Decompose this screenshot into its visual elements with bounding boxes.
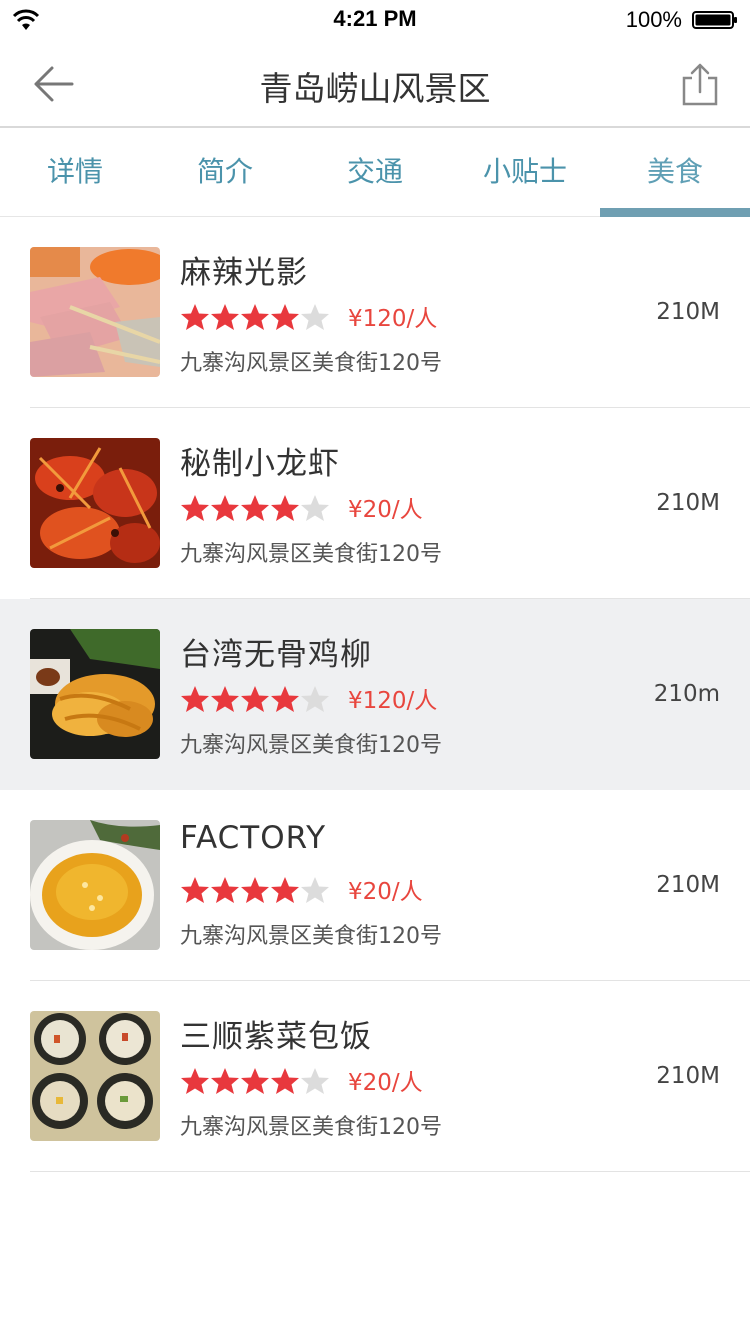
star-empty-icon xyxy=(301,877,329,903)
tab-bar: 详情 简介 交通 小贴士 美食 xyxy=(0,130,750,217)
restaurant-address: 九寨沟风景区美食街120号 xyxy=(180,733,442,758)
restaurant-list: 麻辣光影 ¥120/人 九寨沟风景区美食街120号 210M 秘制小龙虾 ¥20… xyxy=(0,217,750,1172)
star-filled-icon xyxy=(271,686,299,712)
food-thumbnail-soup xyxy=(30,820,160,950)
restaurant-name: 秘制小龙虾 xyxy=(180,446,340,482)
food-thumbnail-chicken xyxy=(30,629,160,759)
star-filled-icon xyxy=(211,1068,239,1094)
restaurant-address: 九寨沟风景区美食街120号 xyxy=(180,542,442,567)
food-thumbnail-crayfish xyxy=(30,438,160,568)
distance: 210M xyxy=(656,1063,720,1089)
tab-details[interactable]: 详情 xyxy=(0,130,150,216)
rating-stars xyxy=(180,303,330,331)
list-item[interactable]: 台湾无骨鸡柳 ¥120/人 九寨沟风景区美食街120号 210m xyxy=(0,599,750,790)
status-bar: 4:21 PM 100% xyxy=(0,0,750,40)
page-title: 青岛崂山风景区 xyxy=(259,69,491,108)
star-filled-icon xyxy=(181,304,209,330)
navigation-bar: 青岛崂山风景区 xyxy=(0,40,750,128)
rating-stars xyxy=(180,494,330,522)
restaurant-name: 三顺紫菜包饭 xyxy=(180,1019,372,1055)
price-per-person: ¥120/人 xyxy=(348,306,438,332)
star-filled-icon xyxy=(181,877,209,903)
restaurant-name: FACTORY xyxy=(180,820,327,856)
tab-tips[interactable]: 小贴士 xyxy=(450,130,600,216)
restaurant-name: 台湾无骨鸡柳 xyxy=(180,637,372,673)
price-per-person: ¥20/人 xyxy=(348,497,423,523)
list-item[interactable]: FACTORY ¥20/人 九寨沟风景区美食街120号 210M xyxy=(0,790,750,981)
star-filled-icon xyxy=(271,1068,299,1094)
tab-intro[interactable]: 简介 xyxy=(150,130,300,216)
star-filled-icon xyxy=(181,495,209,521)
star-filled-icon xyxy=(241,495,269,521)
list-item[interactable]: 秘制小龙虾 ¥20/人 九寨沟风景区美食街120号 210M xyxy=(0,408,750,599)
tab-food[interactable]: 美食 xyxy=(600,130,750,217)
star-filled-icon xyxy=(211,495,239,521)
star-filled-icon xyxy=(271,877,299,903)
share-icon[interactable] xyxy=(680,62,720,106)
food-thumbnail-spam xyxy=(30,247,160,377)
star-filled-icon xyxy=(181,1068,209,1094)
star-filled-icon xyxy=(241,304,269,330)
star-filled-icon xyxy=(241,686,269,712)
distance: 210M xyxy=(656,299,720,325)
price-per-person: ¥20/人 xyxy=(348,1070,423,1096)
distance: 210M xyxy=(656,872,720,898)
battery-percent: 100% xyxy=(625,7,682,32)
rating-stars xyxy=(180,876,330,904)
restaurant-address: 九寨沟风景区美食街120号 xyxy=(180,924,442,949)
price-per-person: ¥120/人 xyxy=(348,688,438,714)
star-empty-icon xyxy=(301,1068,329,1094)
tab-transport[interactable]: 交通 xyxy=(300,130,450,216)
rating-stars xyxy=(180,685,330,713)
rating-stars xyxy=(180,1067,330,1095)
food-thumbnail-kimbap xyxy=(30,1011,160,1141)
list-item[interactable]: 麻辣光影 ¥120/人 九寨沟风景区美食街120号 210M xyxy=(0,217,750,408)
star-filled-icon xyxy=(211,686,239,712)
star-filled-icon xyxy=(241,1068,269,1094)
star-filled-icon xyxy=(181,686,209,712)
price-per-person: ¥20/人 xyxy=(348,879,423,905)
star-filled-icon xyxy=(241,877,269,903)
star-filled-icon xyxy=(271,495,299,521)
distance: 210m xyxy=(653,681,720,707)
restaurant-address: 九寨沟风景区美食街120号 xyxy=(180,1115,442,1140)
restaurant-address: 九寨沟风景区美食街120号 xyxy=(180,351,442,376)
star-filled-icon xyxy=(211,304,239,330)
star-empty-icon xyxy=(301,686,329,712)
star-empty-icon xyxy=(301,304,329,330)
battery-icon xyxy=(692,11,737,29)
divider xyxy=(30,1171,750,1172)
restaurant-name: 麻辣光影 xyxy=(180,255,308,291)
distance: 210M xyxy=(656,490,720,516)
star-filled-icon xyxy=(211,877,239,903)
star-empty-icon xyxy=(301,495,329,521)
star-filled-icon xyxy=(271,304,299,330)
list-item[interactable]: 三顺紫菜包饭 ¥20/人 九寨沟风景区美食街120号 210M xyxy=(0,981,750,1172)
